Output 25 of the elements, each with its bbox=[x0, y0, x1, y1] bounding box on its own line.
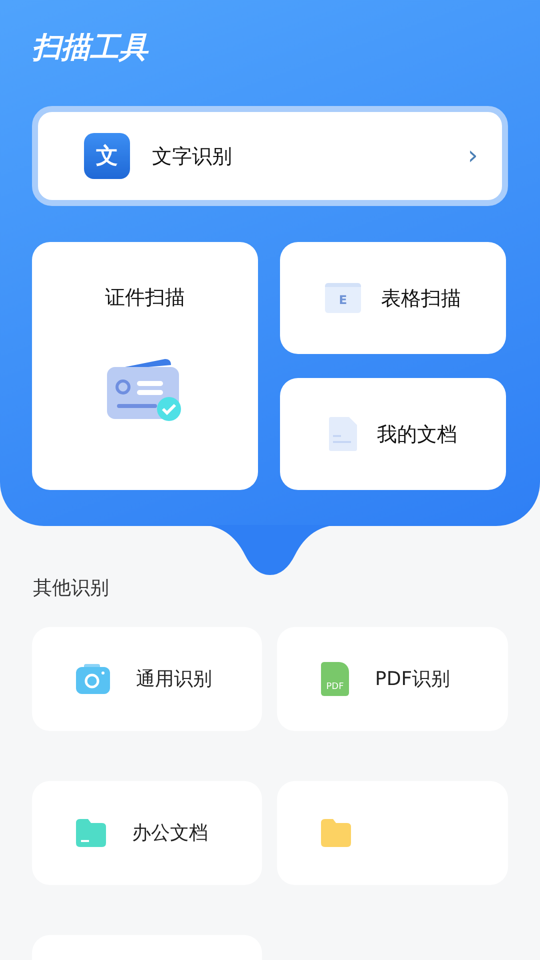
recognition-card[interactable]: PDF PDF识别 bbox=[277, 627, 508, 731]
sheet-icon: E bbox=[325, 283, 361, 313]
recognition-card[interactable]: 办公文档 bbox=[32, 781, 262, 885]
card-label: 办公文档 bbox=[132, 821, 208, 846]
folder-icon bbox=[76, 819, 106, 847]
card-label: 我的文档 bbox=[377, 420, 457, 448]
chevron-icon: › bbox=[468, 141, 478, 171]
card-label: 表格扫描 bbox=[381, 284, 461, 312]
recognition-card[interactable] bbox=[277, 781, 508, 885]
tool-card[interactable]: E 表格扫描 bbox=[280, 242, 506, 354]
pdf-file-icon: PDF bbox=[321, 662, 349, 696]
document-icon bbox=[329, 417, 357, 451]
text-icon: 文 bbox=[84, 133, 130, 179]
recognition-card[interactable]: 通用识别 bbox=[32, 627, 262, 731]
card-label: 证件扫描 bbox=[105, 284, 185, 311]
section-title: 其他识别 bbox=[33, 576, 109, 601]
card-label: 通用识别 bbox=[136, 667, 212, 692]
card-label: 文字识别 bbox=[152, 142, 233, 170]
app-title: 扫描工具 bbox=[32, 29, 148, 66]
text-recognition-card[interactable]: 文 文字识别 › bbox=[32, 106, 508, 206]
tool-card[interactable]: 我的文档 bbox=[280, 378, 506, 490]
card-label: PDF识别 bbox=[375, 667, 450, 692]
camera-icon bbox=[76, 664, 110, 694]
tool-card[interactable]: 证件扫描 bbox=[32, 242, 258, 490]
folder-icon bbox=[321, 819, 351, 847]
